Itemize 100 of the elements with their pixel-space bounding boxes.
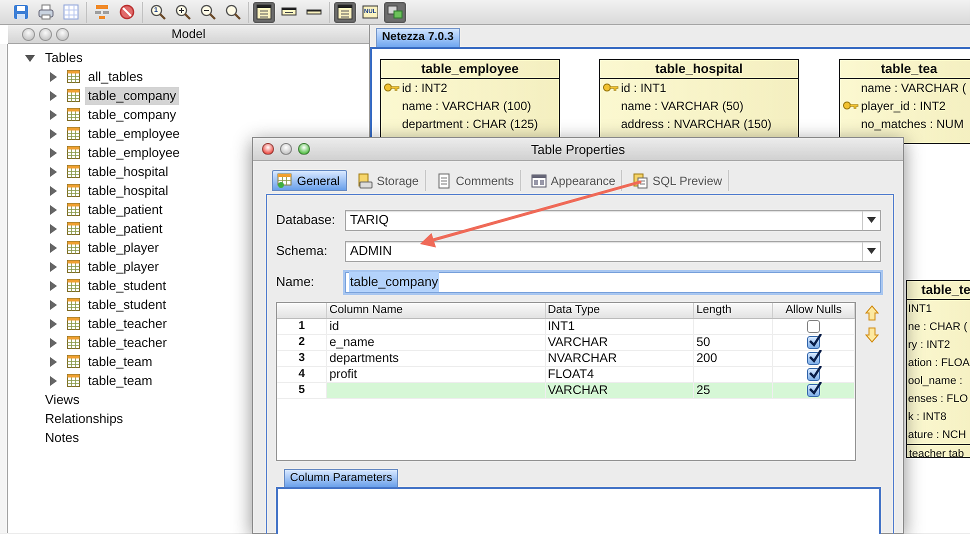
tab[interactable]: Storage [352, 170, 426, 191]
tab[interactable]: General [272, 170, 347, 191]
expand-arrow-icon[interactable] [47, 242, 59, 254]
expand-arrow-icon[interactable] [47, 108, 59, 120]
column-header[interactable]: Column Name [326, 303, 546, 318]
tab[interactable]: Appearance [526, 170, 622, 191]
tree-item[interactable]: table_company [85, 86, 180, 104]
column-header[interactable]: Allow Nulls [772, 303, 854, 318]
expand-arrow-icon[interactable] [47, 298, 59, 310]
expand-arrow-icon[interactable] [47, 222, 59, 234]
close-button[interactable] [22, 28, 35, 41]
document-icon [632, 172, 648, 188]
entity-column: name : VARCHAR (100) [402, 96, 532, 115]
zoom-in-icon [175, 4, 191, 20]
expand-arrow-icon[interactable] [47, 280, 59, 292]
tree-item[interactable]: all_tables [85, 68, 146, 86]
entity-column: ation : FLOA [908, 354, 970, 372]
entity-title: table_tea [840, 60, 970, 79]
checkbox[interactable] [807, 384, 820, 397]
expand-arrow-icon[interactable] [47, 184, 59, 196]
tree-item[interactable]: table_hospital [85, 162, 172, 180]
close-button[interactable] [262, 143, 274, 155]
arrange-button[interactable] [384, 2, 406, 22]
checkbox[interactable] [807, 352, 820, 365]
tree-item[interactable]: table_teacher [85, 314, 170, 332]
zoom-out-icon [200, 4, 216, 20]
full-view-button[interactable] [334, 2, 356, 22]
entity-column: department : CHAR (125) [402, 114, 538, 133]
expand-arrow-icon[interactable] [47, 204, 59, 216]
table-icon [67, 146, 80, 159]
tree-item[interactable]: table_player [85, 258, 162, 276]
full-view-button[interactable] [253, 2, 275, 22]
zoom-actual-icon [150, 4, 166, 20]
name-field[interactable]: table_company [345, 272, 881, 292]
diagram-tab[interactable]: Netezza 7.0.3 [376, 28, 460, 47]
table-cell: VARCHAR [545, 382, 694, 398]
column-header[interactable]: Length [694, 303, 773, 318]
expand-arrow-icon[interactable] [47, 128, 59, 140]
tree-item[interactable]: Notes [42, 428, 82, 446]
document-icon [436, 172, 452, 188]
expand-arrow-icon[interactable] [47, 260, 59, 272]
table-cell: 200 [694, 350, 773, 366]
table-row[interactable]: 1 id INT1 [277, 318, 854, 334]
tree-item[interactable]: table_player [85, 238, 162, 256]
tree-item[interactable]: table_student [85, 276, 170, 294]
table-icon [67, 298, 80, 311]
arrange-icon [387, 4, 403, 20]
entity-column: id : INT2 [402, 78, 448, 97]
expand-arrow-icon[interactable] [47, 356, 59, 368]
expand-arrow-icon[interactable] [47, 146, 59, 158]
tree-item[interactable]: Tables [42, 48, 86, 66]
table-row[interactable]: 5 VARCHAR 25 [277, 382, 854, 398]
tree-item[interactable]: Relationships [42, 410, 126, 428]
tab[interactable]: SQL Preview [628, 170, 730, 191]
zoom-button[interactable] [298, 143, 310, 155]
table-row[interactable]: 2 e_name VARCHAR 50 [277, 334, 854, 350]
tree-item[interactable]: table_team [85, 372, 156, 390]
column-header[interactable]: Data Type [545, 303, 694, 318]
entity-column: ne : CHAR ( [908, 318, 968, 336]
null-view-icon [362, 4, 378, 20]
table-cell: INT1 [545, 318, 694, 334]
expand-arrow-icon[interactable] [47, 70, 59, 82]
expand-arrow-icon[interactable] [47, 336, 59, 348]
zoom-button[interactable] [56, 28, 69, 41]
tree-item[interactable]: Views [42, 390, 82, 408]
entity-column: address : NVARCHAR (150) [621, 114, 772, 133]
expand-arrow-icon[interactable] [47, 318, 59, 330]
tree-item[interactable]: table_patient [85, 220, 166, 238]
table-row[interactable]: 4 profit FLOAT4 [277, 366, 854, 382]
panel-tab[interactable]: Column Parameters [284, 469, 398, 487]
tree-item[interactable]: table_student [85, 296, 170, 314]
expand-arrow-icon[interactable] [47, 90, 59, 102]
window-icon [530, 172, 547, 188]
tree-item[interactable]: table_team [85, 352, 156, 370]
tree-item[interactable]: table_hospital [85, 182, 172, 200]
checkbox[interactable] [807, 336, 820, 349]
table-icon [67, 317, 80, 330]
table-cell: 25 [694, 382, 773, 398]
zoom-fit-icon [225, 4, 241, 20]
table-icon [67, 336, 80, 349]
checkbox[interactable] [807, 320, 820, 333]
checkbox[interactable] [807, 368, 820, 381]
tree-item[interactable]: table_company [85, 106, 180, 124]
tree-item[interactable]: table_employee [85, 124, 183, 142]
tab[interactable]: Comments [432, 170, 521, 191]
full-view-icon [337, 4, 353, 20]
table-icon [67, 241, 80, 254]
expand-arrow-icon[interactable] [47, 166, 59, 178]
schema-dropdown[interactable]: ADMIN [345, 240, 881, 262]
minimize-button[interactable] [280, 143, 292, 155]
tree-item[interactable]: table_teacher [85, 334, 170, 352]
expand-arrow-icon[interactable] [47, 374, 59, 386]
field-label: Database: [276, 211, 336, 230]
entity-column: player_id : INT2 [861, 96, 946, 115]
tree-item[interactable]: table_patient [85, 200, 166, 218]
table-row[interactable]: 3 departments NVARCHAR 200 [277, 350, 854, 366]
entity-column: ry : INT2 [908, 336, 950, 354]
database-dropdown[interactable]: TARIQ [345, 210, 881, 230]
tree-item[interactable]: table_employee [85, 144, 183, 162]
table-icon [67, 89, 80, 102]
